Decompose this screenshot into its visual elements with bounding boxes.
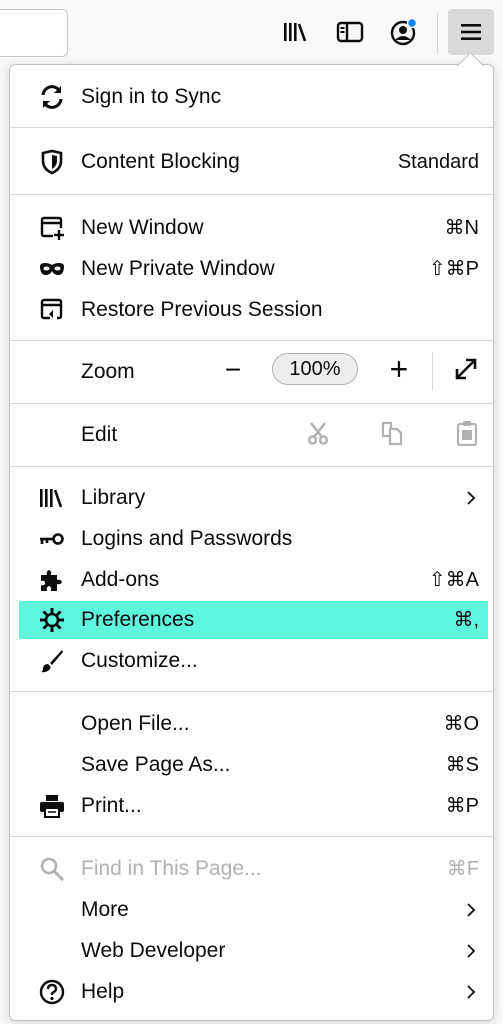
chevron-right-icon (464, 490, 478, 506)
edit-label: Edit (81, 423, 118, 446)
toolbar-separator (437, 12, 438, 54)
preferences-item[interactable]: Preferences ⌘, (19, 601, 488, 639)
separator (10, 466, 493, 467)
content-blocking-item[interactable]: Content Blocking Standard (19, 143, 488, 181)
private-mask-icon (39, 256, 65, 282)
zoom-out-button[interactable]: − (216, 353, 250, 387)
open-file-shortcut: ⌘O (443, 713, 479, 735)
printer-icon (39, 793, 65, 819)
print-shortcut: ⌘P (445, 795, 479, 817)
new-window-icon (39, 215, 65, 241)
new-private-window-item[interactable]: New Private Window ⇧⌘P (19, 250, 488, 288)
zoom-in-button[interactable]: + (382, 352, 416, 386)
browser-toolbar (0, 0, 503, 64)
preferences-label: Preferences (81, 608, 195, 631)
copy-button[interactable] (375, 418, 409, 452)
new-window-label: New Window (81, 216, 204, 239)
open-file-item[interactable]: Open File... ⌘O (19, 705, 488, 743)
new-private-window-label: New Private Window (81, 257, 275, 280)
scissors-icon (307, 421, 329, 450)
separator (10, 403, 493, 404)
fullscreen-icon (454, 357, 478, 386)
account-icon[interactable] (389, 17, 419, 47)
app-menu-panel: Sign in to Sync Content Blocking Standar… (9, 64, 494, 1021)
addons-item[interactable]: Add-ons ⇧⌘A (19, 561, 488, 599)
zoom-label: Zoom (81, 360, 135, 383)
customize-item[interactable]: Customize... (19, 642, 488, 680)
chevron-right-icon (464, 943, 478, 959)
address-bar[interactable] (0, 9, 68, 57)
save-page-shortcut: ⌘S (445, 754, 479, 776)
library-item[interactable]: Library (19, 479, 488, 517)
separator (10, 836, 493, 837)
web-developer-label: Web Developer (81, 939, 226, 962)
sync-icon (39, 84, 65, 110)
more-label: More (81, 898, 129, 921)
separator (10, 340, 493, 341)
help-icon (39, 979, 65, 1005)
find-label: Find in This Page... (81, 857, 262, 880)
new-window-item[interactable]: New Window ⌘N (19, 209, 488, 247)
separator (10, 127, 493, 128)
gear-icon (39, 607, 65, 633)
find-shortcut: ⌘F (446, 858, 479, 880)
minus-icon: − (224, 354, 242, 385)
preferences-shortcut: ⌘, (453, 609, 479, 631)
logins-passwords-item[interactable]: Logins and Passwords (19, 520, 488, 558)
separator (10, 691, 493, 692)
separator (10, 194, 493, 195)
chevron-right-icon (464, 984, 478, 1000)
save-page-label: Save Page As... (81, 753, 231, 776)
restore-session-item[interactable]: Restore Previous Session (19, 291, 488, 329)
paintbrush-icon (39, 648, 65, 674)
print-item[interactable]: Print... ⌘P (19, 787, 488, 825)
help-item[interactable]: Help (19, 973, 488, 1011)
chevron-right-icon (464, 902, 478, 918)
library-icon (39, 485, 65, 511)
addons-shortcut: ⇧⌘A (428, 569, 479, 591)
sign-in-sync-item[interactable]: Sign in to Sync (19, 78, 488, 116)
copy-icon (380, 420, 404, 451)
logins-label: Logins and Passwords (81, 527, 293, 550)
cut-button[interactable] (301, 418, 335, 452)
content-blocking-label: Content Blocking (81, 150, 240, 173)
new-window-shortcut: ⌘N (444, 217, 479, 239)
sync-label: Sign in to Sync (81, 85, 222, 108)
restore-session-label: Restore Previous Session (81, 298, 323, 321)
open-file-label: Open File... (81, 712, 190, 735)
zoom-row: Zoom (19, 353, 488, 391)
search-icon (39, 856, 65, 882)
plus-icon: + (389, 351, 409, 387)
content-blocking-value: Standard (397, 151, 479, 173)
puzzle-icon (39, 567, 65, 593)
more-item[interactable]: More (19, 891, 488, 929)
paste-button[interactable] (450, 418, 484, 452)
zoom-reset-button[interactable]: 100% (272, 353, 358, 385)
web-developer-item[interactable]: Web Developer (19, 932, 488, 970)
zoom-separator (432, 352, 433, 390)
addons-label: Add-ons (81, 568, 160, 591)
clipboard-icon (456, 420, 478, 451)
help-label: Help (81, 980, 125, 1003)
library-icon[interactable] (281, 17, 311, 47)
sidebar-icon[interactable] (335, 17, 365, 47)
hamburger-menu-icon[interactable] (448, 9, 494, 55)
shield-icon (39, 149, 65, 175)
key-icon (39, 526, 65, 552)
find-in-page-item[interactable]: Find in This Page... ⌘F (19, 850, 488, 888)
restore-session-icon (39, 297, 65, 323)
print-label: Print... (81, 794, 142, 817)
new-private-window-shortcut: ⇧⌘P (428, 258, 479, 280)
fullscreen-button[interactable] (449, 354, 483, 388)
library-label: Library (81, 486, 146, 509)
edit-row: Edit (19, 416, 488, 454)
save-page-item[interactable]: Save Page As... ⌘S (19, 746, 488, 784)
customize-label: Customize... (81, 649, 198, 672)
